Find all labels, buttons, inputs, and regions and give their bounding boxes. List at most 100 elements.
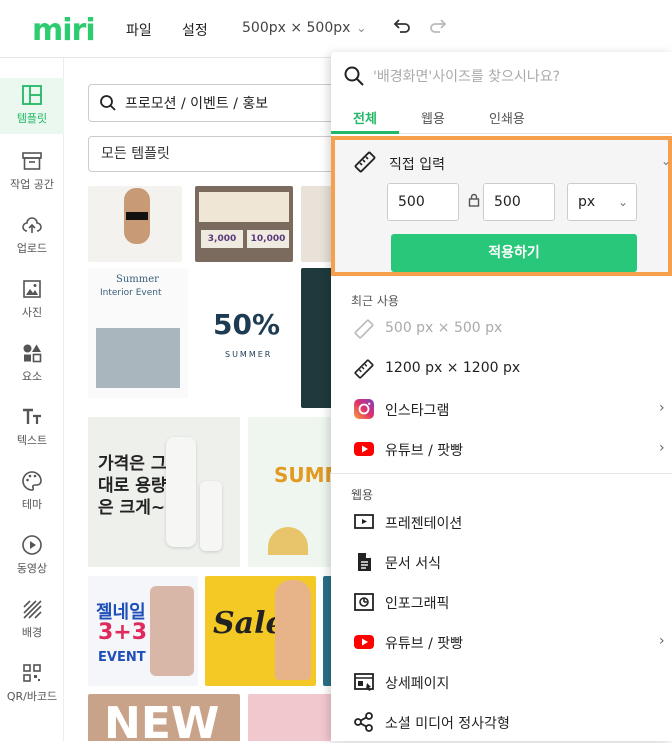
section-divider	[331, 473, 672, 474]
new-word: NEW	[104, 698, 220, 741]
bottle-small	[200, 481, 222, 551]
recent-item-label: 인스타그램	[385, 403, 450, 419]
web-item-presentation[interactable]: 프레젠테이션	[331, 503, 672, 543]
sidebar-item-upload[interactable]: 업로드	[0, 208, 64, 264]
recent-item[interactable]: 500 px × 500 px	[331, 310, 672, 350]
play-icon	[22, 535, 42, 555]
detail-page-icon	[354, 673, 374, 691]
sidebar-item-workspace[interactable]: 작업 공간	[0, 144, 64, 200]
instagram-icon	[354, 399, 374, 419]
custom-size-box: 직접 입력 ⌄ 500 500 px ⌄ 적용하기	[331, 136, 672, 276]
undo-icon[interactable]	[392, 16, 412, 41]
photo-icon	[23, 280, 41, 298]
canvas-size-dropdown[interactable]: 500px × 500px ⌄	[242, 20, 366, 36]
web-section-label: 웹용	[351, 488, 374, 502]
template-thumb[interactable]	[248, 694, 341, 741]
template-thumb[interactable]: 가격은 그대로 용량은 크게~	[88, 417, 240, 567]
background-icon	[23, 600, 42, 619]
sidebar-item-label: 템플릿	[16, 112, 48, 125]
model-photo	[275, 580, 311, 680]
text-icon	[23, 408, 41, 424]
tab-all[interactable]: 전체	[353, 108, 377, 127]
sidebar-item-qr[interactable]: QR/바코드	[0, 656, 64, 712]
sidebar-item-label: 배경	[21, 626, 43, 639]
sidebar-item-label: 동영상	[16, 562, 48, 575]
tab-underline	[331, 131, 399, 134]
presentation-icon	[354, 514, 374, 529]
sidebar-item-label: 업로드	[16, 242, 48, 255]
template-thumb[interactable]: Summer Interior Event	[88, 268, 188, 398]
web-item-infographic[interactable]: 인포그래픽	[331, 583, 672, 623]
tab-print[interactable]: 인쇄용	[489, 108, 525, 127]
bottle-large	[166, 437, 196, 547]
sidebar-item-photo[interactable]: 사진	[0, 272, 64, 328]
template-thumb[interactable]: Sale	[205, 576, 316, 686]
sidebar-item-label: 사진	[21, 306, 43, 319]
infographic-icon	[354, 593, 374, 611]
file-menu[interactable]: 파일	[126, 20, 152, 40]
recent-item-youtube[interactable]: 유튜브 / 팟빵 ›	[331, 430, 672, 470]
size-panel: '배경화면'사이즈를 찾으시나요? 전체 웹용 인쇄용 직접 입력 ⌄ 500 …	[331, 52, 672, 741]
sidebar-item-text[interactable]: 텍스트	[0, 400, 64, 456]
size-search-input[interactable]: '배경화면'사이즈를 찾으시나요?	[331, 52, 672, 100]
chevron-down-icon: ⌄	[617, 195, 628, 209]
interior-photo	[96, 328, 180, 388]
height-input[interactable]: 500	[483, 183, 555, 221]
settings-menu[interactable]: 설정	[182, 20, 208, 40]
ruler-icon	[354, 359, 374, 379]
sidebar-item-theme[interactable]: 테마	[0, 464, 64, 520]
sidebar-item-video[interactable]: 동영상	[0, 528, 64, 584]
template-thumb[interactable]: 젤네일 3+3 EVENT	[88, 576, 198, 686]
palette-icon	[22, 471, 42, 491]
redo-icon[interactable]	[428, 16, 448, 41]
template-thumb[interactable]: SUMM	[248, 417, 341, 567]
share-icon	[354, 712, 373, 732]
summer-title: Summer	[116, 274, 159, 285]
sidebar-item-label: QR/바코드	[6, 690, 58, 703]
percent-sub: SUMMER	[225, 350, 273, 359]
apply-button[interactable]: 적용하기	[391, 234, 637, 272]
web-item-label: 소셜 미디어 정사각형	[385, 716, 510, 732]
search-icon	[344, 66, 364, 86]
sale-word: Sale	[213, 606, 285, 641]
lock-icon[interactable]	[468, 193, 480, 207]
archive-icon	[22, 152, 42, 170]
sidebar: 템플릿 작업 공간 업로드 사진 요소 텍스트 테마 동영상 배경 QR/바코드	[0, 58, 64, 741]
swimsuit-shape	[126, 212, 148, 220]
summer-subtitle: Interior Event	[100, 288, 162, 298]
document-icon	[358, 553, 371, 571]
chevron-down-icon[interactable]: ⌄	[661, 154, 671, 168]
template-thumb[interactable]: 3,000 10,000	[195, 186, 293, 262]
template-thumb[interactable]	[88, 186, 182, 262]
recent-item[interactable]: 1200 px × 1200 px	[331, 350, 672, 390]
youtube-icon	[354, 635, 374, 649]
recent-item-instagram[interactable]: 인스타그램 ›	[331, 390, 672, 430]
cosmetic-headline: 가격은 그대로 용량은 크게~	[98, 454, 167, 518]
chevron-down-icon: ⌄	[356, 21, 367, 35]
template-thumb[interactable]: NEW	[88, 694, 240, 741]
shapes-icon	[23, 344, 42, 363]
web-item-document[interactable]: 문서 서식	[331, 543, 672, 583]
sidebar-item-elements[interactable]: 요소	[0, 336, 64, 392]
app-logo[interactable]: miri	[32, 13, 96, 48]
chevron-right-icon: ›	[659, 440, 665, 456]
custom-size-title[interactable]: 직접 입력	[389, 154, 445, 174]
template-thumb[interactable]: 50% SUMMER	[195, 268, 293, 398]
recent-section-label: 최근 사용	[351, 294, 399, 308]
tab-web[interactable]: 웹용	[421, 108, 445, 127]
sidebar-item-label: 테마	[21, 498, 43, 511]
ruler-icon	[354, 151, 376, 173]
web-item-youtube[interactable]: 유튜브 / 팟빵 ›	[331, 623, 672, 663]
sidebar-item-background[interactable]: 배경	[0, 592, 64, 648]
web-item-social-square[interactable]: 소셜 미디어 정사각형	[331, 703, 672, 743]
sidebar-item-template[interactable]: 템플릿	[0, 78, 64, 134]
template-search-input[interactable]: 프로모션 / 이벤트 / 홍보	[88, 84, 348, 122]
top-bar: miri 파일 설정 500px × 500px ⌄	[0, 0, 672, 58]
qr-icon	[23, 664, 41, 682]
web-item-label: 유튜브 / 팟빵	[385, 636, 464, 652]
web-item-detail-page[interactable]: 상세페이지	[331, 663, 672, 703]
web-item-label: 프레젠테이션	[385, 516, 463, 532]
template-filter-select[interactable]: 모든 템플릿	[88, 136, 348, 172]
unit-select[interactable]: px ⌄	[567, 183, 637, 221]
width-input[interactable]: 500	[387, 183, 459, 221]
